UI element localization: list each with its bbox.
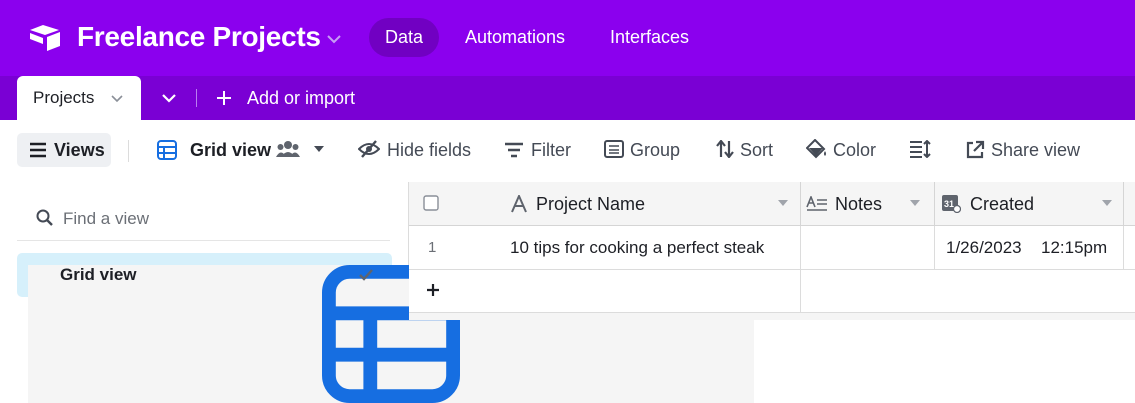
group-icon [604, 140, 624, 158]
base-title[interactable]: Freelance Projects [77, 21, 321, 53]
hide-fields-button[interactable]: Hide fields [358, 136, 473, 166]
caret-down-icon[interactable] [778, 200, 788, 207]
caret-down-icon[interactable] [1102, 200, 1112, 207]
table-tab-bar: Projects Add or import [0, 76, 1135, 120]
sort-icon [716, 140, 734, 158]
menu-icon [30, 142, 46, 158]
nav-tab-interfaces[interactable]: Interfaces [594, 18, 705, 57]
sort-label: Sort [740, 140, 774, 160]
base-logo-icon[interactable] [28, 24, 62, 52]
created-time-icon: 31 [942, 195, 961, 213]
add-record-button[interactable] [409, 270, 801, 312]
cell-notes[interactable] [800, 226, 935, 269]
sort-button[interactable]: Sort [715, 136, 775, 166]
views-sidebar: Grid view [0, 182, 754, 403]
row-height-icon [910, 140, 931, 158]
created-date-value: 1/26/2023 [946, 238, 1022, 257]
eye-slash-icon [358, 140, 380, 158]
caret-down-icon[interactable] [910, 200, 920, 207]
views-toggle-button[interactable]: Views [17, 133, 111, 167]
text-field-icon [511, 195, 527, 213]
add-row[interactable] [409, 270, 1135, 313]
row-height-button[interactable] [909, 136, 933, 166]
views-label: Views [54, 140, 105, 160]
add-or-import-label: Add or import [247, 88, 356, 108]
filter-button[interactable]: Filter [504, 136, 574, 166]
column-label: Created [970, 194, 1035, 214]
paint-bucket-icon [806, 139, 826, 159]
view-switcher-button[interactable]: Grid view [157, 136, 327, 166]
caret-down-icon[interactable] [314, 146, 324, 154]
sidebar-view-label: Grid view [60, 265, 137, 284]
hide-fields-label: Hide fields [387, 140, 472, 160]
group-button[interactable]: Group [604, 136, 684, 166]
cell-created[interactable]: 1/26/2023 12:15pm [934, 226, 1124, 269]
color-button[interactable]: Color [806, 136, 878, 166]
plus-icon [217, 91, 231, 105]
table-row[interactable]: 1 10 tips for cooking a perfect steak 1/… [409, 226, 1135, 270]
created-time-value: 12:15pm [1041, 238, 1108, 257]
select-all-checkbox[interactable] [423, 195, 439, 211]
project-name-value: 10 tips for cooking a perfect steak [510, 238, 765, 257]
view-toolbar: Views Grid view Hide fields Filter Group… [0, 120, 1135, 183]
table-tab-projects[interactable]: Projects [17, 76, 141, 120]
nav-tab-data[interactable]: Data [369, 18, 440, 57]
toolbar-divider [128, 140, 129, 162]
tab-divider [196, 89, 197, 107]
grid-view-icon [157, 140, 177, 160]
row-number: 1 [428, 239, 437, 256]
collaborators-icon [276, 141, 300, 157]
current-view-label: Grid view [190, 140, 272, 160]
column-label: Project Name [536, 194, 646, 214]
color-label: Color [833, 140, 877, 160]
chevron-down-icon[interactable] [110, 92, 124, 106]
column-label: Notes [835, 194, 883, 214]
search-icon [36, 209, 53, 226]
column-header-project-name[interactable]: Project Name [409, 182, 801, 225]
filter-label: Filter [531, 140, 571, 160]
share-icon [966, 140, 985, 159]
cell-project-name[interactable]: 1 10 tips for cooking a perfect steak [409, 226, 801, 269]
plus-icon [427, 284, 439, 296]
checkmark-icon [359, 269, 373, 281]
records-grid: Project Name Notes 31 Created 1 10 tips … [409, 182, 1135, 320]
group-label: Group [630, 140, 681, 160]
svg-text:31: 31 [944, 199, 954, 209]
grid-header-row: Project Name Notes 31 Created [409, 182, 1135, 226]
find-view-search [17, 198, 390, 241]
column-header-notes[interactable]: Notes [800, 182, 935, 225]
nav-tab-automations[interactable]: Automations [449, 18, 581, 57]
long-text-icon [806, 196, 827, 211]
column-header-created[interactable]: 31 Created [934, 182, 1124, 225]
table-tab-label: Projects [33, 88, 95, 107]
share-view-button[interactable]: Share view [965, 136, 1081, 166]
find-view-input[interactable] [61, 206, 365, 232]
filter-icon [505, 142, 523, 158]
all-tables-dropdown-icon[interactable] [160, 89, 178, 107]
share-view-label: Share view [991, 140, 1081, 160]
app-header: Freelance Projects Data Automations Inte… [0, 0, 1135, 76]
chevron-down-icon[interactable] [325, 30, 343, 48]
sidebar-view-grid[interactable]: Grid view [17, 253, 754, 403]
